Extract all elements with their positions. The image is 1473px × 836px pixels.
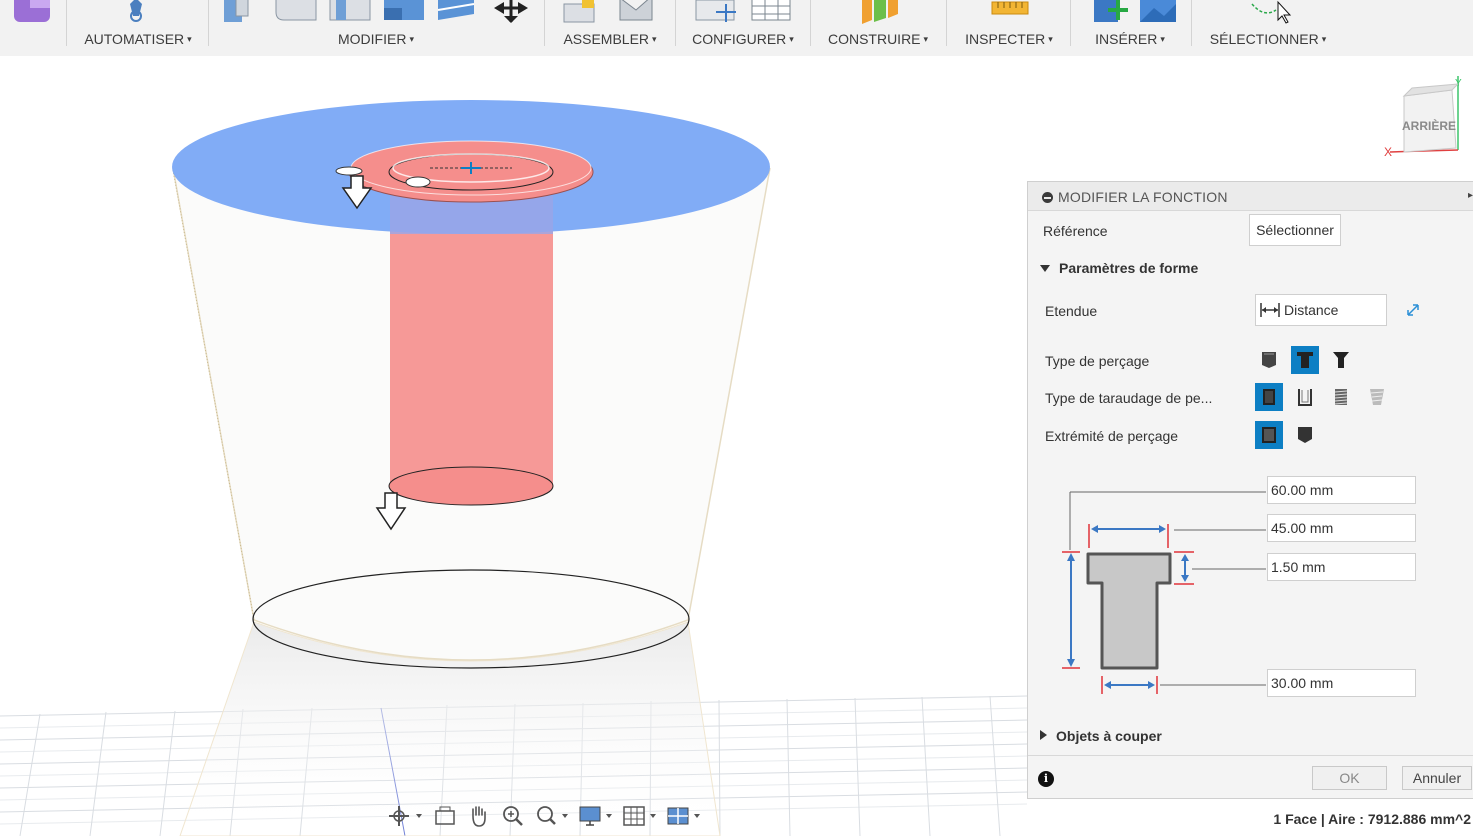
counterbore-diameter-input[interactable]: 45.00 mm [1267, 514, 1416, 542]
toolbar-label-modify[interactable]: MODIFIER ▾ [212, 31, 540, 47]
toolbar-divider [1070, 0, 1071, 46]
diameter-handle[interactable] [405, 176, 431, 188]
toolbar-divider [675, 0, 676, 46]
extent-value: Distance [1284, 302, 1339, 318]
tap-type-clearance[interactable] [1291, 383, 1319, 411]
drill-type-counterbore[interactable] [1291, 346, 1319, 374]
x-axis-label: X [1384, 145, 1392, 159]
tap-type-simple[interactable] [1255, 383, 1283, 411]
toolbar-label-assemble[interactable]: ASSEMBLER ▾ [548, 31, 672, 47]
drill-tip-flat[interactable] [1255, 421, 1283, 449]
drill-tip-angle[interactable] [1291, 421, 1319, 449]
navigation-bar [387, 802, 703, 830]
panel-divider [1028, 755, 1473, 756]
collapse-icon[interactable] [1042, 192, 1053, 203]
hole-bottom [388, 466, 554, 506]
toolbar: AUTOMATISER ▾ MODIFIER ▾ ASSEMBLER ▾ CONFIG… [0, 0, 1473, 56]
zoom-window-icon [537, 806, 568, 825]
panel-header[interactable]: MODIFIER LA FONCTION ▸ [1028, 182, 1473, 211]
tap-type-label: Type de taraudage de pe... [1045, 390, 1213, 406]
toolbar-label-automate[interactable]: AUTOMATISER ▾ [72, 31, 204, 47]
orbit-icon [389, 806, 422, 826]
y-axis-label: Y [1455, 78, 1462, 89]
toolbar-divider [946, 0, 947, 46]
toolbar-group-select[interactable]: SÉLECTIONNER ▾ [1196, 0, 1340, 56]
extent-label: Etendue [1045, 303, 1098, 319]
counterbore-handle[interactable] [335, 166, 363, 176]
ok-button[interactable]: OK [1312, 766, 1387, 790]
zoom-icon [503, 806, 523, 826]
toolbar-label-select[interactable]: SÉLECTIONNER ▾ [1196, 31, 1340, 47]
toolbar-group-construct[interactable]: CONSTRUIRE ▾ [814, 0, 942, 56]
drill-type-countersink[interactable] [1327, 346, 1355, 374]
clearance-icon [1298, 389, 1312, 406]
toolbar-group-configure[interactable]: CONFIGURER ▾ [679, 0, 807, 56]
extent-dropdown[interactable]: Distance [1255, 294, 1387, 326]
tapped-icon [1334, 389, 1348, 405]
simple-tap-icon [1263, 389, 1275, 405]
view-cube-face-label[interactable]: ARRIÈRE [1402, 118, 1456, 133]
orbit-button[interactable] [387, 802, 425, 830]
distance-icon [1260, 303, 1280, 317]
tap-type-taper[interactable] [1363, 383, 1391, 411]
hole-diameter-input[interactable]: 30.00 mm [1267, 669, 1416, 697]
toolbar-group-modify[interactable]: MODIFIER ▾ [212, 0, 540, 56]
simple-hole-icon [1262, 352, 1276, 368]
flip-direction-icon[interactable] [1405, 302, 1421, 318]
toolbar-divider [208, 0, 209, 46]
angled-tip-icon [1298, 427, 1312, 443]
counterbore-depth-input[interactable]: 1.50 mm [1267, 553, 1416, 581]
toolbar-group-automate[interactable]: AUTOMATISER ▾ [72, 0, 204, 56]
hole-cylinder [390, 196, 553, 486]
reference-select-button[interactable]: Sélectionner [1249, 214, 1341, 246]
tap-type-tapped[interactable] [1327, 383, 1355, 411]
flat-tip-icon [1262, 427, 1276, 443]
drill-tip-label: Extrémité de perçage [1045, 428, 1179, 444]
cancel-button[interactable]: Annuler [1402, 766, 1472, 790]
toolbar-group-inspect[interactable]: INSPECTER ▾ [950, 0, 1068, 56]
shape-parameters-section[interactable]: Paramètres de forme [1040, 260, 1198, 276]
pan-button[interactable] [465, 802, 493, 830]
view-cube[interactable]: ARRIÈRE X Y [1384, 76, 1462, 159]
look-at-button[interactable] [431, 802, 459, 830]
toolbar-divider [1191, 0, 1192, 46]
toolbar-label-configure[interactable]: CONFIGURER ▾ [679, 31, 807, 47]
reference-label: Référence [1043, 223, 1108, 239]
toolbar-label-inspect[interactable]: INSPECTER ▾ [950, 31, 1068, 47]
toolbar-divider [66, 0, 67, 46]
solid-box-icon[interactable] [14, 0, 50, 22]
modify-feature-panel: MODIFIER LA FONCTION ▸ Référence Sélecti… [1027, 181, 1473, 799]
look-at-icon [435, 806, 455, 825]
grid-settings-button[interactable] [621, 802, 659, 830]
fit-button[interactable] [533, 802, 571, 830]
toolbar-group-assemble[interactable]: ASSEMBLER ▾ [548, 0, 672, 56]
drill-type-label: Type de perçage [1045, 353, 1150, 369]
collapse-triangle-icon[interactable] [1040, 730, 1047, 740]
panel-title: MODIFIER LA FONCTION [1058, 189, 1228, 205]
zoom-button[interactable] [499, 802, 527, 830]
objects-to-cut-section[interactable]: Objets à couper [1040, 728, 1162, 744]
expand-triangle-icon[interactable] [1040, 265, 1050, 272]
viewports-button[interactable] [665, 802, 703, 830]
depth-input[interactable]: 60.00 mm [1267, 476, 1416, 504]
toolbar-group-insert[interactable]: INSÉRER ▾ [1074, 0, 1186, 56]
drill-type-simple[interactable] [1255, 346, 1283, 374]
countersink-icon [1333, 352, 1349, 368]
selection-status: 1 Face | Aire : 7912.886 mm^2 [1273, 811, 1471, 827]
info-icon[interactable]: i [1038, 771, 1054, 787]
taper-tapped-icon [1370, 389, 1384, 405]
hand-icon [472, 806, 486, 827]
toolbar-divider [810, 0, 811, 46]
viewports-icon [667, 807, 700, 825]
grid-icon [623, 806, 656, 826]
panel-expand-icon[interactable]: ▸ [1468, 190, 1473, 201]
counterbore-icon [1297, 352, 1313, 368]
toolbar-label-construct[interactable]: CONSTRUIRE ▾ [814, 31, 942, 47]
monitor-icon [579, 806, 612, 826]
toolbar-label-insert[interactable]: INSÉRER ▾ [1074, 31, 1186, 47]
display-settings-button[interactable] [577, 802, 615, 830]
toolbar-divider [544, 0, 545, 46]
